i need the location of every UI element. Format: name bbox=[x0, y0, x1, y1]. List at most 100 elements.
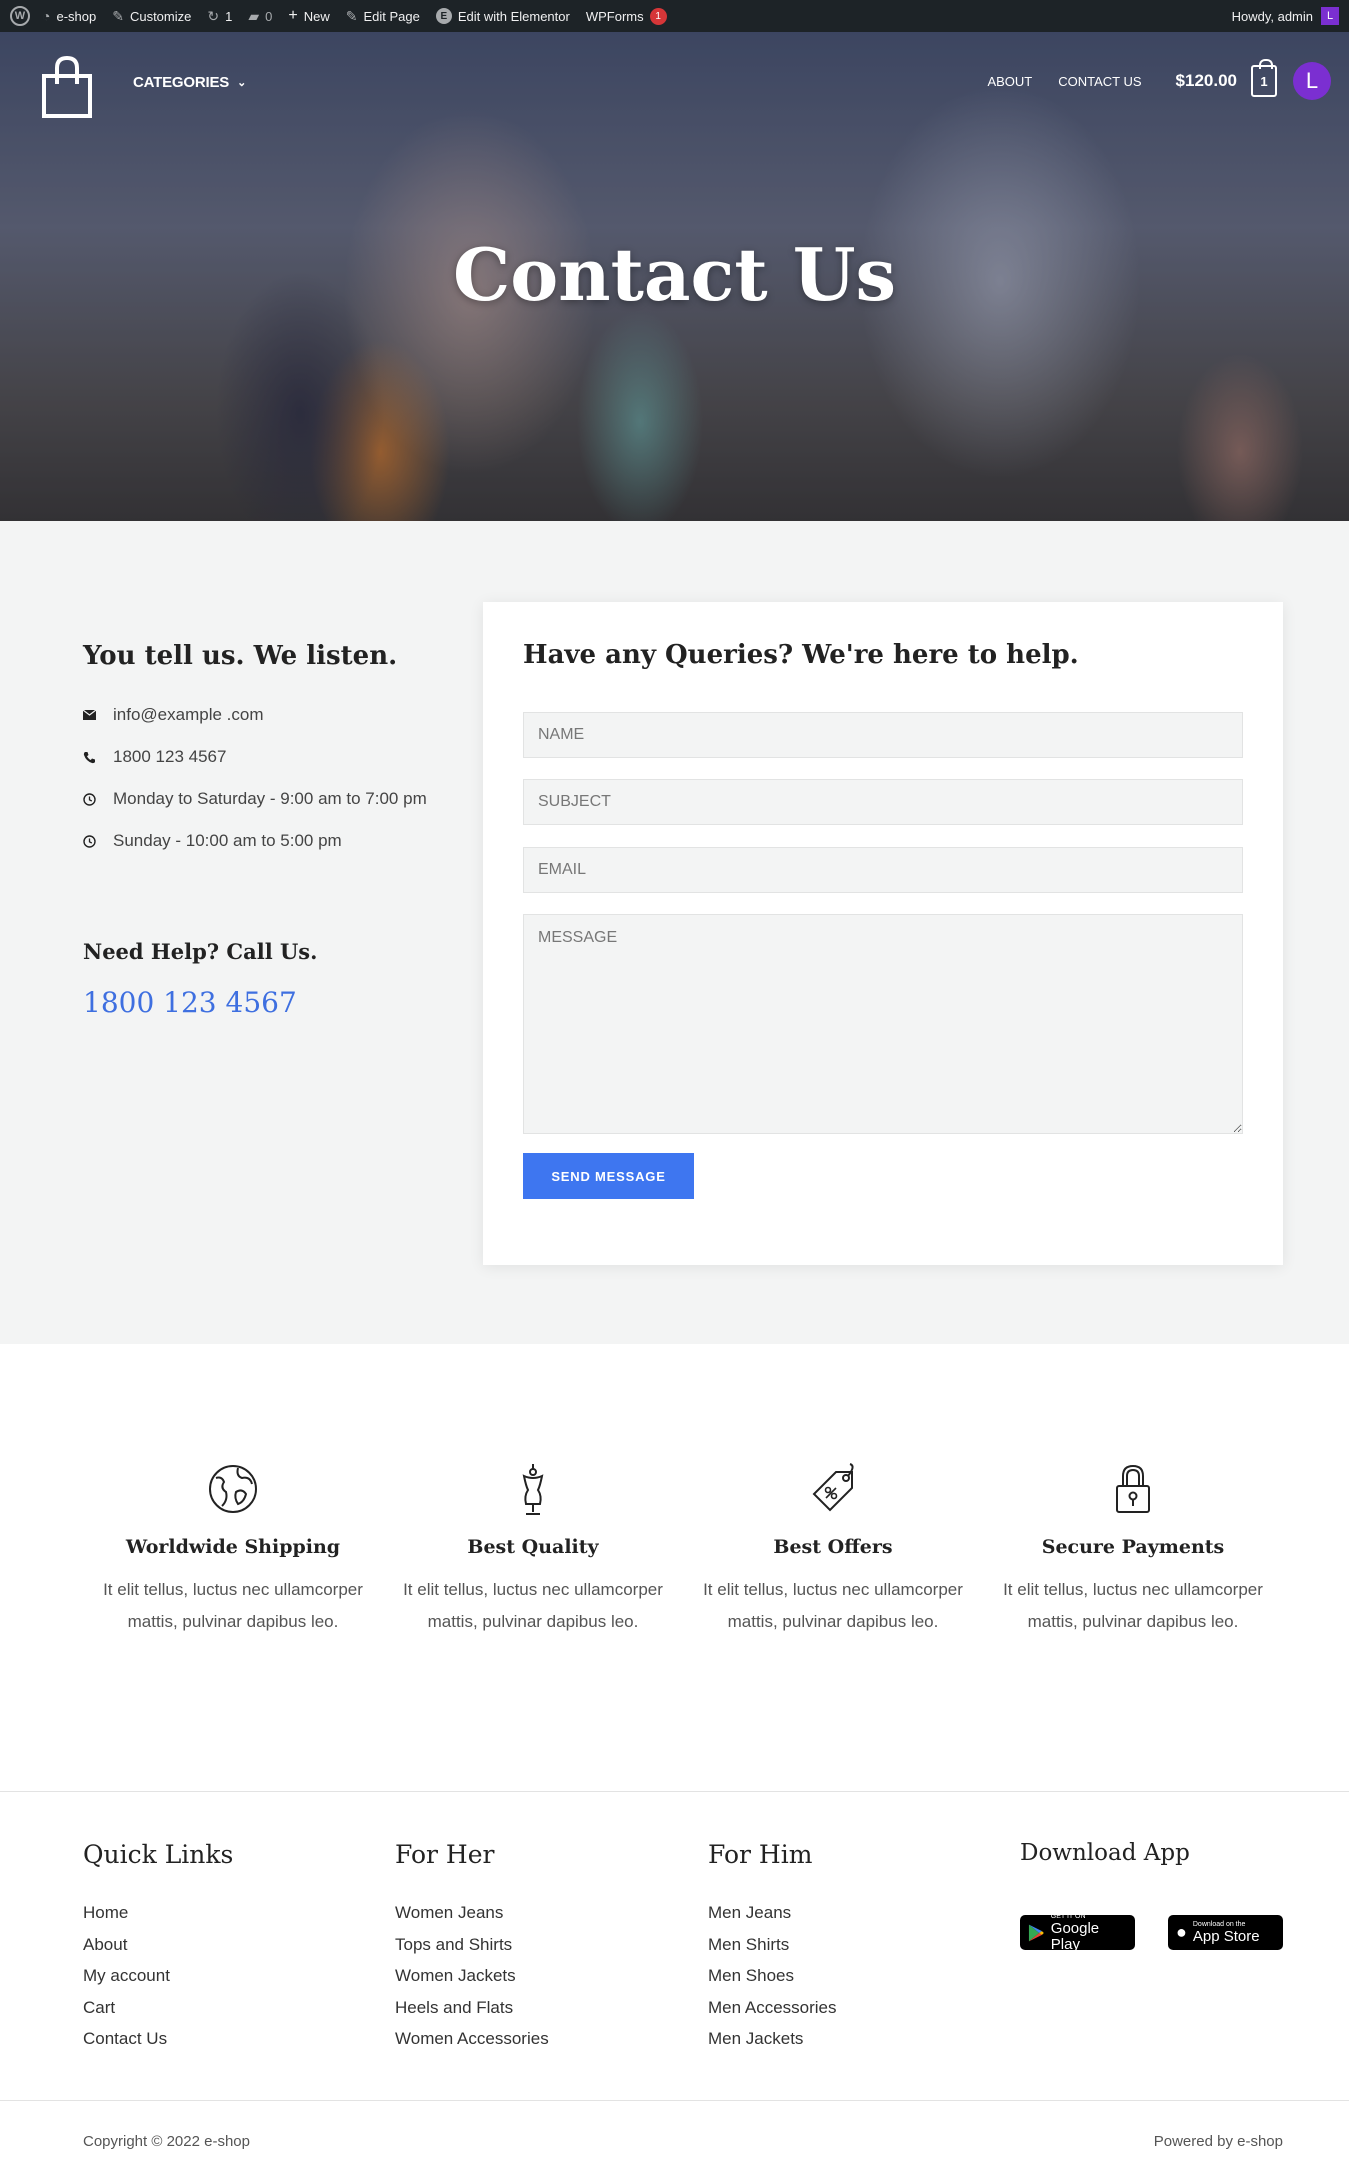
help-phone-link[interactable]: 1800 123 4567 bbox=[83, 986, 433, 1019]
cart-count: 1 bbox=[1260, 73, 1268, 89]
brush-icon: ✎ bbox=[112, 7, 124, 24]
footer-for-him: For Him Men Jeans Men Shirts Men Shoes M… bbox=[708, 1840, 837, 2055]
admin-edit-page-label: Edit Page bbox=[363, 8, 420, 24]
info-email-row: info@example .com bbox=[83, 699, 433, 731]
categories-label: CATEGORIES bbox=[133, 74, 230, 91]
feature-text: It elit tellus, luctus nec ullamcorper m… bbox=[403, 1580, 663, 1631]
admin-elementor-label: Edit with Elementor bbox=[457, 8, 570, 24]
footer-link[interactable]: Heels and Flats bbox=[395, 1992, 549, 2024]
email-input[interactable] bbox=[523, 847, 1243, 893]
admin-customize-link[interactable]: ✎ Customize bbox=[112, 8, 191, 25]
footer-link[interactable]: Women Accessories bbox=[395, 2023, 549, 2055]
wpforms-notification-badge: 1 bbox=[649, 7, 667, 25]
footer-link[interactable]: Men Shoes bbox=[708, 1960, 837, 1992]
footer-link[interactable]: Tops and Shirts bbox=[395, 1929, 549, 1961]
padlock-icon bbox=[1116, 1464, 1150, 1513]
footer-download-app: Download App bbox=[1020, 1840, 1190, 1894]
pencil-icon: ✎ bbox=[345, 7, 358, 24]
feature-title: Secure Payments bbox=[1041, 1536, 1225, 1558]
footer-link[interactable]: Contact Us bbox=[83, 2023, 233, 2055]
shopping-bag-logo-icon[interactable] bbox=[40, 54, 94, 118]
admin-site-link[interactable]: ◔ e-shop bbox=[42, 8, 96, 24]
apple-icon: ● bbox=[1176, 1922, 1187, 1942]
wordpress-logo-icon[interactable]: W bbox=[10, 6, 30, 26]
elementor-icon: E bbox=[435, 8, 452, 24]
feature-best-quality: Best Quality It elit tellus, luctus nec … bbox=[403, 1462, 663, 1638]
user-avatar[interactable]: L bbox=[1293, 62, 1331, 100]
nav-contact-link[interactable]: CONTACT US bbox=[1058, 74, 1141, 89]
feature-text: It elit tellus, luctus nec ullamcorper m… bbox=[1003, 1580, 1263, 1631]
footer-link[interactable]: Men Jeans bbox=[708, 1897, 837, 1929]
phone-icon bbox=[83, 741, 113, 773]
feature-text: It elit tellus, luctus nec ullamcorper m… bbox=[103, 1580, 363, 1631]
admin-new-link[interactable]: + New bbox=[288, 7, 329, 25]
refresh-icon: ↻ bbox=[207, 7, 220, 24]
admin-updates-link[interactable]: ↻ 1 bbox=[207, 8, 232, 25]
hero-banner: CATEGORIES ⌄ ABOUT CONTACT US $120.00 1 … bbox=[0, 32, 1349, 521]
footer-link[interactable]: Cart bbox=[83, 1992, 233, 2024]
footer-link[interactable]: Home bbox=[83, 1897, 233, 1929]
form-title: Have any Queries? We're here to help. bbox=[523, 640, 1079, 670]
cart-total[interactable]: $120.00 bbox=[1176, 71, 1237, 91]
info-phone-row: 1800 123 4567 bbox=[83, 741, 433, 773]
help-title: Need Help? Call Us. bbox=[83, 939, 318, 964]
google-play-icon bbox=[1028, 1924, 1044, 1941]
feature-title: Worldwide Shipping bbox=[125, 1536, 341, 1558]
powered-by-text: Powered by e-shop bbox=[1153, 2133, 1283, 2150]
message-textarea[interactable] bbox=[523, 914, 1243, 1134]
footer-link[interactable]: Men Shirts bbox=[708, 1929, 837, 1961]
categories-menu[interactable]: CATEGORIES ⌄ bbox=[133, 74, 246, 91]
feature-worldwide-shipping: Worldwide Shipping It elit tellus, luctu… bbox=[103, 1462, 363, 1638]
admin-site-name: e-shop bbox=[56, 8, 97, 24]
admin-elementor-link[interactable]: E Edit with Elementor bbox=[435, 8, 570, 24]
admin-account-menu[interactable]: Howdy, admin L bbox=[1232, 7, 1339, 25]
admin-comments-link[interactable]: ▰ 0 bbox=[248, 8, 272, 25]
chevron-down-icon: ⌄ bbox=[237, 77, 247, 89]
footer-link[interactable]: Women Jackets bbox=[395, 1960, 549, 1992]
admin-new-label: New bbox=[303, 8, 330, 24]
contact-info: You tell us. We listen. info@example .co… bbox=[83, 641, 433, 1019]
info-hours-sunday: Sunday - 10:00 am to 5:00 pm bbox=[113, 831, 342, 850]
footer-divider bbox=[0, 2100, 1349, 2101]
google-play-badge[interactable]: GET IT ON Google Play bbox=[1020, 1913, 1135, 1953]
nav-about-link[interactable]: ABOUT bbox=[987, 74, 1032, 89]
comment-icon: ▰ bbox=[248, 7, 260, 24]
google-play-label: Google Play bbox=[1050, 1919, 1100, 1953]
contact-section: You tell us. We listen. info@example .co… bbox=[0, 521, 1349, 1344]
footer-link[interactable]: About bbox=[83, 1929, 233, 1961]
feature-text: It elit tellus, luctus nec ullamcorper m… bbox=[703, 1580, 963, 1631]
admin-edit-page-link[interactable]: ✎ Edit Page bbox=[346, 8, 420, 25]
send-message-button[interactable]: SEND MESSAGE bbox=[523, 1153, 694, 1199]
contact-form-card: Have any Queries? We're here to help. SE… bbox=[483, 602, 1283, 1265]
app-store-badge[interactable]: ● Download on the App Store bbox=[1168, 1915, 1283, 1950]
info-phone[interactable]: 1800 123 4567 bbox=[113, 741, 226, 773]
footer-column-title: Download App bbox=[1020, 1840, 1190, 1866]
footer-link[interactable]: My account bbox=[83, 1960, 233, 1992]
feature-title: Best Offers bbox=[773, 1536, 893, 1558]
plus-icon: + bbox=[288, 7, 298, 24]
admin-updates-count: 1 bbox=[225, 8, 233, 24]
footer-column-title: Quick Links bbox=[83, 1840, 234, 1869]
info-email[interactable]: info@example .com bbox=[113, 699, 264, 731]
footer-column-title: For Him bbox=[708, 1840, 813, 1869]
admin-wpforms-link[interactable]: WPForms 1 bbox=[586, 7, 667, 25]
footer-quick-links: Quick Links Home About My account Cart C… bbox=[83, 1840, 233, 2055]
info-hours-sunday-row: Sunday - 10:00 am to 5:00 pm bbox=[83, 825, 433, 857]
envelope-icon bbox=[83, 699, 113, 731]
admin-howdy: Howdy, admin bbox=[1231, 8, 1313, 24]
admin-comments-count: 0 bbox=[265, 8, 273, 24]
footer-link[interactable]: Women Jeans bbox=[395, 1897, 549, 1929]
features-section: Worldwide Shipping It elit tellus, luctu… bbox=[0, 1344, 1349, 1792]
name-input[interactable] bbox=[523, 712, 1243, 758]
feature-best-offers: Best Offers It elit tellus, luctus nec u… bbox=[703, 1462, 963, 1638]
copyright-text: Copyright © 2022 e-shop bbox=[83, 2133, 250, 2150]
footer-link[interactable]: Men Jackets bbox=[708, 2023, 837, 2055]
subject-input[interactable] bbox=[523, 779, 1243, 825]
page-title: Contact Us bbox=[452, 232, 897, 317]
footer-link[interactable]: Men Accessories bbox=[708, 1992, 837, 2024]
mannequin-icon bbox=[522, 1464, 544, 1515]
info-hours-weekday-row: Monday to Saturday - 9:00 am to 7:00 pm bbox=[83, 783, 433, 815]
app-store-label: App Store bbox=[1192, 1927, 1260, 1945]
admin-avatar: L bbox=[1321, 7, 1339, 25]
cart-bag-icon[interactable]: 1 bbox=[1251, 59, 1277, 97]
